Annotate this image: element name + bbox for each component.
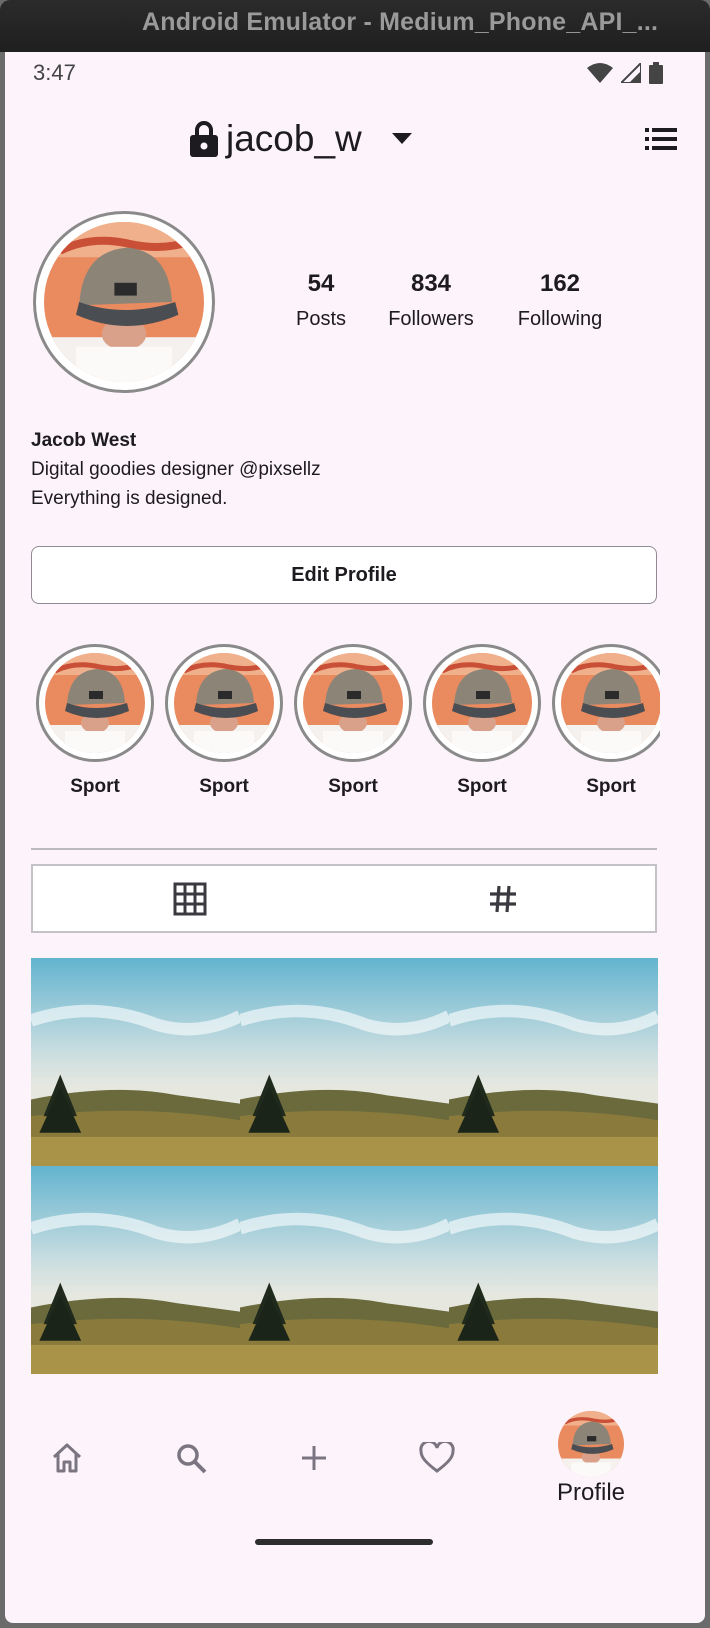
tab-grid[interactable] — [33, 866, 346, 931]
stat-value: 162 — [539, 270, 581, 297]
stat-value: 834 — [410, 270, 452, 297]
heart-icon[interactable] — [419, 1442, 455, 1474]
profile-tabs — [31, 864, 657, 933]
story-highlights[interactable]: Sport Sport Sport Sport Sport — [5, 644, 660, 814]
emulator-title-bar: Android Emulator - Medium_Phone_API_... — [0, 0, 710, 52]
bio-line: Digital goodies designer @pixsellz — [31, 459, 321, 480]
status-icons — [587, 62, 663, 84]
account-switcher[interactable]: jacob_w — [190, 118, 412, 160]
highlight-item[interactable]: Sport — [423, 644, 541, 798]
home-indicator[interactable] — [255, 1539, 433, 1545]
highlight-label: Sport — [586, 776, 636, 797]
username: jacob_w — [226, 118, 362, 159]
bottom-navigation: Profile — [5, 1400, 705, 1520]
wifi-icon — [587, 63, 613, 83]
profile-name: Jacob West — [31, 430, 137, 451]
highlight-item[interactable]: Sport — [165, 644, 283, 798]
post-thumbnail[interactable] — [31, 1166, 240, 1374]
profile-nav-label[interactable]: Profile — [557, 1479, 625, 1507]
post-thumbnail[interactable] — [240, 1166, 449, 1374]
add-icon[interactable] — [300, 1444, 328, 1472]
emulator-title: Android Emulator - Medium_Phone_API_... — [142, 8, 659, 36]
hashtag-icon — [489, 885, 516, 912]
stat-following[interactable]: 162 Following — [518, 270, 602, 331]
highlight-item[interactable]: Sport — [552, 644, 660, 798]
grid-icon — [173, 882, 206, 915]
stat-label: Followers — [388, 308, 474, 330]
search-icon[interactable] — [175, 1442, 207, 1474]
post-thumbnail[interactable] — [240, 958, 449, 1166]
stat-label: Following — [517, 308, 603, 330]
post-thumbnail[interactable] — [31, 958, 240, 1166]
chevron-down-icon[interactable] — [391, 133, 412, 145]
bio-line: Everything is designed. — [31, 488, 228, 509]
highlight-item[interactable]: Sport — [294, 644, 412, 798]
section-divider — [31, 848, 657, 850]
highlight-label: Sport — [457, 776, 507, 797]
posts-grid — [31, 958, 658, 1374]
profile-nav-avatar[interactable] — [558, 1411, 624, 1477]
profile-bio: Jacob West Digital goodies designer @pix… — [31, 430, 321, 510]
home-icon[interactable] — [51, 1442, 83, 1474]
highlight-item[interactable]: Sport — [36, 644, 154, 798]
stat-label: Posts — [295, 308, 347, 330]
stat-value: 54 — [307, 270, 335, 297]
post-thumbnail[interactable] — [449, 958, 658, 1166]
tab-tagged[interactable] — [346, 866, 659, 931]
highlight-label: Sport — [328, 776, 378, 797]
stat-followers[interactable]: 834 Followers — [388, 270, 474, 331]
signal-icon — [621, 63, 641, 83]
highlight-label: Sport — [199, 776, 249, 797]
highlight-label: Sport — [70, 776, 120, 797]
battery-icon — [649, 62, 663, 84]
stat-posts[interactable]: 54 Posts — [296, 270, 346, 331]
phone-screen: 3:47 jacob_w 54 Posts 834 Followers 162 — [5, 52, 705, 1623]
post-thumbnail[interactable] — [449, 1166, 658, 1374]
lock-icon — [190, 121, 218, 157]
list-menu-icon[interactable] — [645, 128, 677, 150]
profile-avatar[interactable] — [33, 211, 215, 393]
status-time: 3:47 — [33, 60, 76, 85]
edit-profile-button[interactable]: Edit Profile — [31, 546, 657, 604]
